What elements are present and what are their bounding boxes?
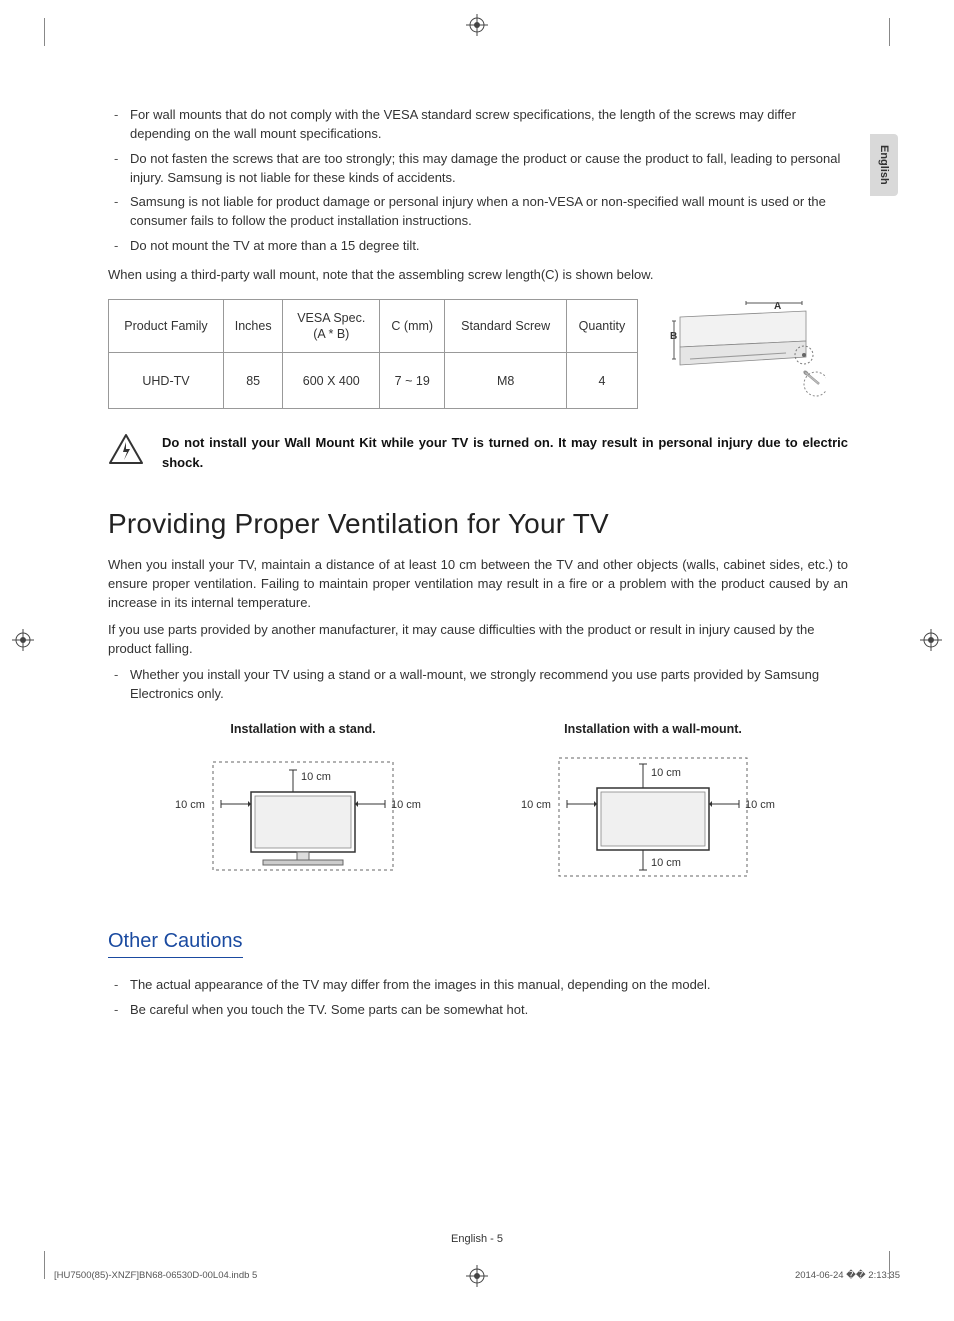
table-cell: 600 X 400 bbox=[283, 353, 380, 409]
table-header: Standard Screw bbox=[445, 299, 567, 353]
ventilation-bullets: Whether you install your TV using a stan… bbox=[108, 666, 848, 704]
crop-mark bbox=[44, 1251, 45, 1279]
shock-warning: Do not install your Wall Mount Kit while… bbox=[108, 433, 848, 472]
table-header: VESA Spec. (A * B) bbox=[283, 299, 380, 353]
list-item: Be careful when you touch the TV. Some p… bbox=[108, 1001, 848, 1020]
ventilation-p1: When you install your TV, maintain a dis… bbox=[108, 556, 848, 613]
list-item: Do not mount the TV at more than a 15 de… bbox=[108, 237, 848, 256]
list-item: Whether you install your TV using a stan… bbox=[108, 666, 848, 704]
ventilation-heading: Providing Proper Ventilation for Your TV bbox=[108, 508, 848, 540]
ventilation-p2: If you use parts provided by another man… bbox=[108, 621, 848, 659]
svg-text:10 cm: 10 cm bbox=[651, 767, 681, 779]
svg-text:10 cm: 10 cm bbox=[391, 799, 421, 811]
table-header: Quantity bbox=[566, 299, 637, 353]
top-warning-list: For wall mounts that do not comply with … bbox=[108, 106, 848, 256]
page-content: For wall mounts that do not comply with … bbox=[108, 100, 848, 1030]
svg-text:10 cm: 10 cm bbox=[745, 799, 775, 811]
registration-mark-icon bbox=[466, 14, 488, 36]
svg-text:10 cm: 10 cm bbox=[651, 857, 681, 869]
list-item: Samsung is not liable for product damage… bbox=[108, 193, 848, 231]
svg-text:10 cm: 10 cm bbox=[175, 799, 205, 811]
wall-install-col: Installation with a wall-mount. 10 cm 10… bbox=[503, 722, 803, 884]
registration-mark-icon bbox=[12, 629, 34, 651]
crop-mark bbox=[44, 18, 45, 46]
installation-diagrams: Installation with a stand. 10 cm 10 cm bbox=[108, 722, 848, 884]
footer-stamp: 2014-06-24 �� 2:13:35 bbox=[795, 1270, 900, 1281]
table-cell: 7 ~ 19 bbox=[380, 353, 445, 409]
shock-warning-text: Do not install your Wall Mount Kit while… bbox=[162, 433, 848, 472]
crop-mark bbox=[889, 18, 890, 46]
stand-install-col: Installation with a stand. 10 cm 10 cm bbox=[153, 722, 453, 884]
table-header: C (mm) bbox=[380, 299, 445, 353]
footer-meta: [HU7500(85)-XNZF]BN68-06530D-00L04.indb … bbox=[54, 1270, 900, 1281]
wall-caption: Installation with a wall-mount. bbox=[503, 722, 803, 736]
vesa-spec-table: Product Family Inches VESA Spec. (A * B)… bbox=[108, 299, 638, 410]
list-item: For wall mounts that do not comply with … bbox=[108, 106, 848, 144]
table-cell: UHD-TV bbox=[109, 353, 224, 409]
table-cell: M8 bbox=[445, 353, 567, 409]
warning-triangle-icon bbox=[108, 433, 144, 468]
list-item: The actual appearance of the TV may diff… bbox=[108, 976, 848, 995]
vesa-bracket-diagram: A B bbox=[666, 299, 826, 409]
footer-file: [HU7500(85)-XNZF]BN68-06530D-00L04.indb … bbox=[54, 1270, 257, 1281]
other-cautions-list: The actual appearance of the TV may diff… bbox=[108, 976, 848, 1020]
svg-text:10 cm: 10 cm bbox=[301, 771, 331, 783]
svg-text:10 cm: 10 cm bbox=[521, 799, 551, 811]
language-tab: English bbox=[870, 134, 898, 196]
stand-diagram: 10 cm 10 cm 10 cm bbox=[163, 744, 443, 884]
table-cell: 4 bbox=[566, 353, 637, 409]
table-header: Inches bbox=[223, 299, 282, 353]
other-cautions-heading: Other Cautions bbox=[108, 930, 243, 958]
table-cell: 85 bbox=[223, 353, 282, 409]
table-row: UHD-TV 85 600 X 400 7 ~ 19 M8 4 bbox=[109, 353, 638, 409]
third-party-note: When using a third-party wall mount, not… bbox=[108, 266, 848, 285]
stand-caption: Installation with a stand. bbox=[153, 722, 453, 736]
table-header: Product Family bbox=[109, 299, 224, 353]
wall-diagram: 10 cm 10 cm 10 cm 10 cm bbox=[513, 744, 793, 884]
registration-mark-icon bbox=[920, 629, 942, 651]
list-item: Do not fasten the screws that are too st… bbox=[108, 150, 848, 188]
language-tab-label: English bbox=[878, 145, 890, 185]
page-number: English - 5 bbox=[0, 1233, 954, 1245]
